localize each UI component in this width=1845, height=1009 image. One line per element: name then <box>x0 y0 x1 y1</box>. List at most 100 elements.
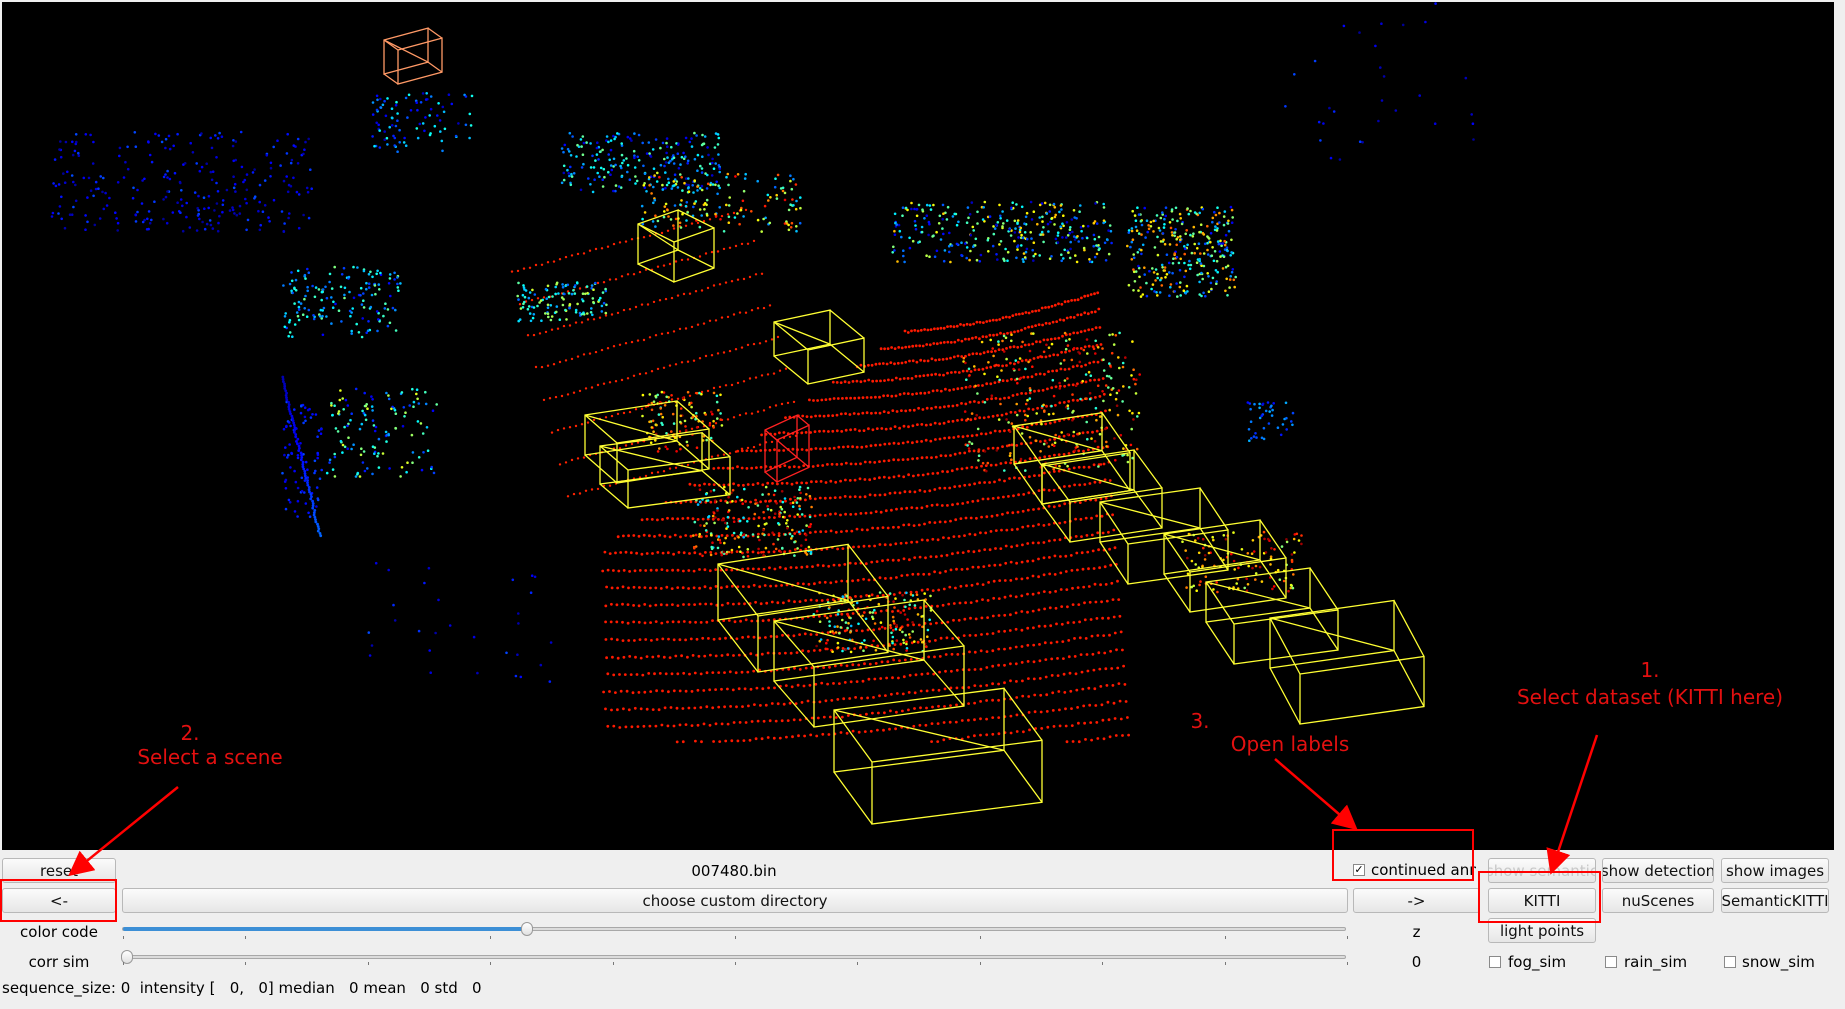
lidar-point <box>282 230 286 233</box>
lidar-point <box>1049 220 1052 224</box>
lidar-point <box>840 462 843 466</box>
lidar-point <box>934 639 937 642</box>
lidar-point <box>851 729 855 733</box>
lidar-point <box>1149 220 1153 224</box>
lidar-point <box>902 424 906 428</box>
lidar-point <box>579 188 583 192</box>
lidar-point <box>727 204 731 207</box>
lidar-point <box>881 526 885 529</box>
lidar-point <box>794 499 797 502</box>
lidar-point <box>221 203 225 207</box>
lidar-point <box>1173 234 1176 238</box>
lidar-point <box>328 280 331 284</box>
lidar-point <box>1037 523 1040 526</box>
lidar-point <box>863 730 867 733</box>
lidar-point <box>377 466 381 469</box>
lidar-point <box>656 471 660 474</box>
lidar-point <box>775 635 779 639</box>
lidar-point <box>1109 649 1112 653</box>
lidar-point <box>359 286 363 290</box>
lidar-point <box>747 585 751 589</box>
lidar-point <box>700 390 704 394</box>
lidar-point <box>304 140 307 144</box>
lidar-point <box>1251 539 1255 542</box>
lidar-point <box>806 486 810 490</box>
lidar-point <box>826 598 830 602</box>
lidar-point <box>1151 283 1155 286</box>
lidar-point <box>1137 232 1141 235</box>
lidar-point <box>915 506 919 510</box>
lidar-point <box>796 683 800 687</box>
lidar-point <box>1113 437 1116 440</box>
lidar-point <box>777 522 780 525</box>
lidar-point <box>378 288 381 291</box>
lidar-point <box>849 513 853 516</box>
lidar-point <box>749 687 753 691</box>
lidar-point <box>781 500 785 504</box>
lidar-point <box>985 515 989 519</box>
lidar-point <box>884 577 887 580</box>
lidar-point <box>622 655 626 659</box>
lidar-point <box>923 359 926 363</box>
lidar-point <box>727 509 731 512</box>
lidar-point <box>777 449 781 452</box>
lidar-point <box>1171 271 1174 275</box>
lidar-point <box>160 140 164 144</box>
lidar-point <box>972 229 975 232</box>
lidar-point <box>1030 375 1034 379</box>
lidar-point <box>644 569 648 572</box>
lidar-point <box>1042 403 1045 407</box>
lidar-point <box>974 617 978 621</box>
lidar-point <box>1228 286 1231 289</box>
lidar-point <box>1163 266 1167 269</box>
lidar-point <box>742 277 746 281</box>
lidar-point <box>900 346 904 350</box>
lidar-point <box>973 533 977 537</box>
lidar-point <box>1052 505 1056 509</box>
lidar-point <box>644 638 648 641</box>
lidar-point <box>1139 295 1143 298</box>
lidar-point <box>365 403 369 406</box>
lidar-point <box>308 407 311 411</box>
lidar-point <box>1023 256 1027 259</box>
lidar-point <box>845 396 848 400</box>
lidar-point <box>927 655 931 659</box>
lidar-point <box>1066 404 1070 408</box>
lidar-point <box>939 326 943 330</box>
lidar-point <box>947 404 950 408</box>
lidar-point <box>1061 640 1065 643</box>
lidar-point <box>790 221 794 225</box>
lidar-point <box>1134 219 1138 222</box>
lidar-point <box>610 414 614 418</box>
lidar-point <box>215 202 219 205</box>
lidar-point <box>1011 201 1014 204</box>
lidar-point <box>761 483 765 487</box>
lidar-point <box>963 451 967 455</box>
lidar-point <box>581 135 585 138</box>
lidar-point <box>632 604 635 607</box>
lidar-point <box>663 205 667 208</box>
lidar-point <box>809 415 813 419</box>
lidar-point <box>718 186 721 190</box>
lidar-point <box>904 360 908 364</box>
lidar-point <box>981 367 985 371</box>
lidar-point <box>703 482 706 486</box>
lidar-point <box>1198 583 1201 587</box>
lidar-point <box>835 381 839 384</box>
lidar-point <box>1097 465 1100 468</box>
lidar-point <box>802 582 805 586</box>
lidar-point <box>975 413 978 417</box>
lidar-point <box>822 715 826 719</box>
lidar-point <box>964 601 967 605</box>
lidar-point <box>1016 248 1019 251</box>
lidar-point <box>994 529 998 532</box>
lidar-point <box>892 441 896 445</box>
lidar-point <box>1087 585 1091 588</box>
lidar-point <box>925 689 929 693</box>
lidar-point <box>1262 437 1266 441</box>
lidar-point <box>985 666 989 669</box>
lidar-point <box>694 533 698 537</box>
lidar-point <box>602 301 606 305</box>
lidar-point <box>947 244 951 248</box>
lidar-point <box>706 182 710 186</box>
